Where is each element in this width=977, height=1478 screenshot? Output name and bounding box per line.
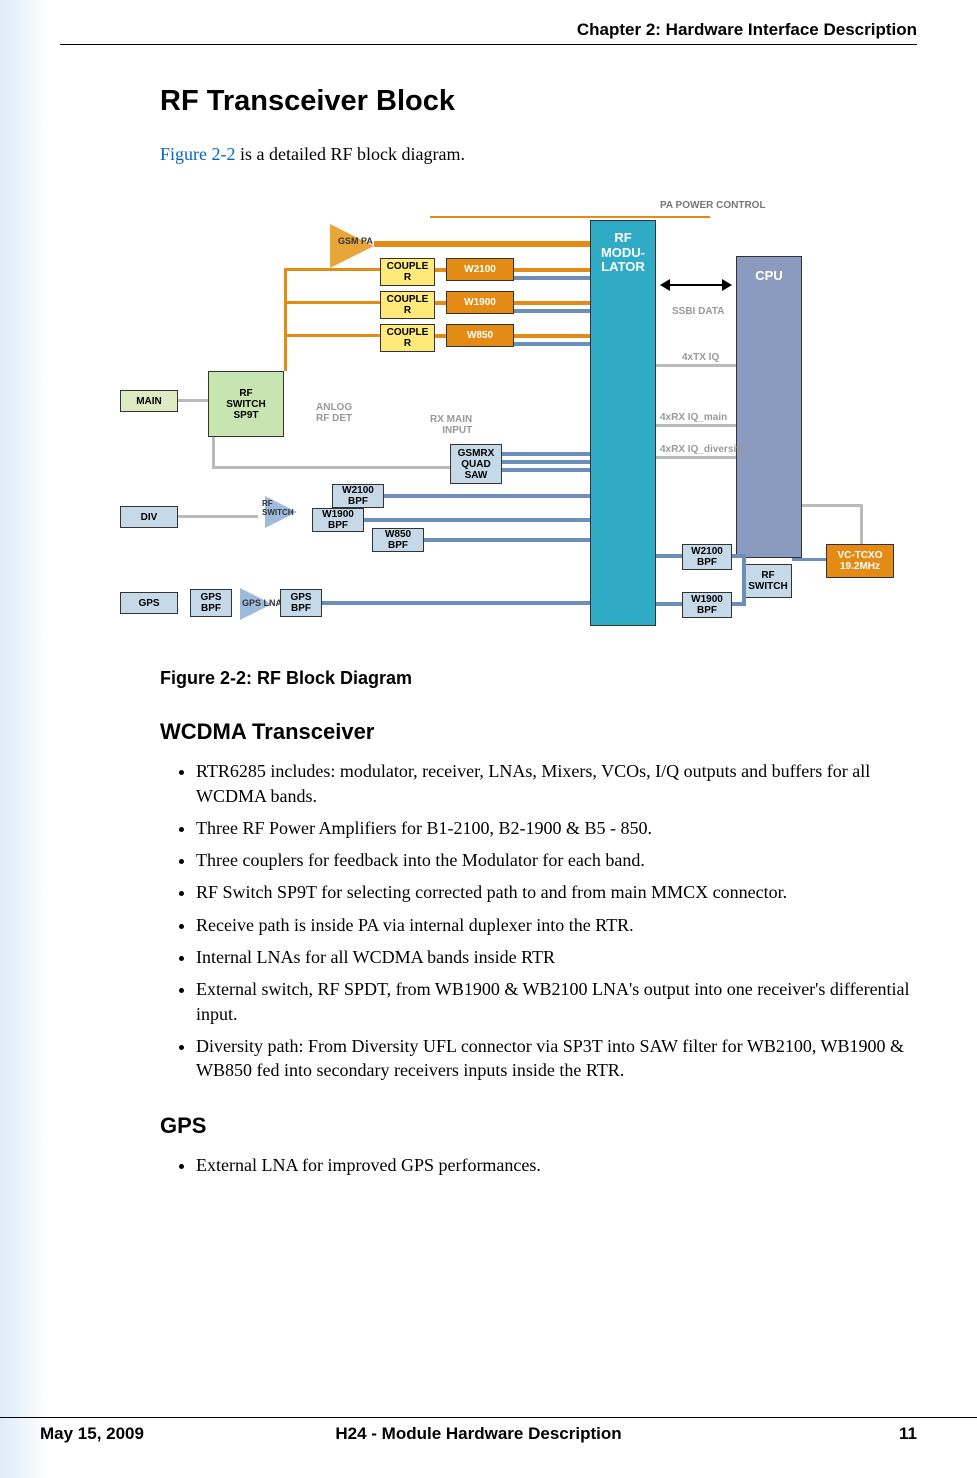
w850-bpf: W850 BPF — [372, 528, 424, 552]
saw-mod-b — [502, 460, 590, 464]
rxdiv-line — [656, 456, 736, 459]
gps-title: GPS — [160, 1113, 917, 1139]
pa-power-label: PA POWER CONTROL — [660, 200, 766, 211]
gsm-pa-label: GSM PA — [338, 236, 373, 246]
pa3-mod-b — [514, 342, 590, 346]
w1900-pa: W1900 — [446, 291, 514, 314]
page-footer: May 15, 2009 11 H24 - Module Hardware De… — [0, 1417, 977, 1444]
div-sw-line — [178, 515, 258, 518]
coupler-1: COUPLE R — [380, 258, 435, 286]
c3-line — [435, 334, 446, 338]
sw-saw-line — [212, 466, 450, 469]
sw-c1 — [284, 268, 380, 271]
mod-w19r — [656, 602, 682, 606]
sw-c3 — [284, 334, 380, 337]
intro-text: is a detailed RF block diagram. — [236, 144, 465, 164]
gps-bpf-1: GPS BPF — [190, 589, 232, 617]
gsmpa-mod-top — [374, 241, 590, 247]
gsm-pa-icon — [330, 224, 374, 268]
rxmain-label: 4xRX IQ_main — [660, 412, 727, 423]
w2100bpf-mod — [384, 494, 590, 498]
footer-page-number: 11 — [899, 1424, 917, 1444]
w1900bpf-mod — [364, 518, 590, 522]
mod-cpu-arrow-1 — [668, 284, 724, 286]
pa-power-line — [430, 216, 710, 218]
list-item: External LNA for improved GPS performanc… — [196, 1153, 917, 1177]
w2100-bpf-r: W2100 BPF — [682, 544, 732, 570]
sw-saw-v — [212, 437, 215, 469]
vctcxo-cpu-v — [860, 504, 863, 544]
rf-switch-sp9t: RF SWITCH SP9T — [208, 371, 284, 437]
pa3-mod — [514, 334, 590, 338]
div-conn: DIV — [120, 506, 178, 528]
figure-ref-link[interactable]: Figure 2-2 — [160, 144, 236, 164]
rf-switch-r: RF SWITCH — [744, 564, 792, 598]
list-item: Three RF Power Amplifiers for B1-2100, B… — [196, 816, 917, 840]
list-item: Three couplers for feedback into the Mod… — [196, 848, 917, 872]
w2100-pa: W2100 — [446, 258, 514, 281]
footer-date: May 15, 2009 — [40, 1424, 144, 1444]
vctcxo-cpu-h — [802, 504, 862, 507]
vctcxo: VC-TCXO 19.2MHz — [826, 544, 894, 578]
w850bpf-mod — [424, 538, 590, 542]
rf-block-diagram: PA POWER CONTROL GSM PA COUPLE R COUPLE … — [120, 196, 900, 656]
sw-vctcxo-line — [792, 558, 826, 561]
ssbi-label: SSBI DATA — [672, 306, 724, 317]
pa2-mod — [514, 301, 590, 305]
chapter-header: Chapter 2: Hardware Interface Descriptio… — [60, 20, 917, 45]
sw-c2 — [284, 301, 380, 304]
list-item: Diversity path: From Diversity UFL conne… — [196, 1034, 917, 1083]
list-item: External switch, RF SPDT, from WB1900 & … — [196, 977, 917, 1026]
w850-pa: W850 — [446, 324, 514, 347]
w2100-bpf: W2100 BPF — [332, 484, 384, 508]
gps-bpf-2: GPS BPF — [280, 589, 322, 617]
coupler-2: COUPLE R — [380, 291, 435, 319]
coupler-3: COUPLE R — [380, 324, 435, 352]
gps-mod-line — [322, 601, 590, 605]
anlog-rfdet-label: ANLOG RF DET — [316, 402, 352, 424]
gsm-rx-saw: GSMRX QUAD SAW — [450, 444, 502, 484]
w1900-bpf: W1900 BPF — [312, 508, 364, 532]
c2-line — [435, 301, 446, 305]
intro-paragraph: Figure 2-2 is a detailed RF block diagra… — [160, 142, 917, 166]
figure-caption: Figure 2-2: RF Block Diagram — [160, 668, 917, 689]
list-item: RF Switch SP9T for selecting corrected p… — [196, 880, 917, 904]
decorative-edge-gradient — [0, 0, 50, 1478]
wcdma-bullet-list: RTR6285 includes: modulator, receiver, L… — [160, 759, 917, 1082]
saw-mod-a — [502, 452, 590, 456]
pa1-mod-b — [514, 276, 590, 280]
rf-modulator: RF MODU- LATOR — [590, 220, 656, 626]
txiq-label: 4xTX IQ — [682, 352, 719, 363]
cpu-block: CPU — [736, 256, 802, 558]
saw-mod-c — [502, 468, 590, 472]
gps-lna-label: GPS LNA — [242, 598, 282, 608]
rxmain-line — [656, 424, 736, 427]
main-rfsw-line — [178, 399, 208, 402]
gps-conn: GPS — [120, 592, 178, 614]
main-conn: MAIN — [120, 390, 178, 412]
gps-bullet-list: External LNA for improved GPS performanc… — [160, 1153, 917, 1177]
wcdma-title: WCDMA Transceiver — [160, 719, 917, 745]
footer-title: H24 - Module Hardware Description — [279, 1424, 679, 1444]
rf-switch-div-label: RF SWITCH — [262, 499, 294, 517]
r-sw-v — [742, 554, 746, 606]
rx-main-input-label: RX MAIN INPUT — [430, 414, 472, 436]
mod-w21r — [656, 554, 682, 558]
pa1-mod — [514, 268, 590, 272]
txiq-line — [656, 364, 736, 367]
pa2-mod-b — [514, 309, 590, 313]
list-item: RTR6285 includes: modulator, receiver, L… — [196, 759, 917, 808]
sw-c1-v — [284, 268, 287, 371]
rxdiv-label: 4xRX IQ_diversity — [660, 444, 745, 455]
section-title: RF Transceiver Block — [160, 85, 917, 118]
w1900-bpf-r: W1900 BPF — [682, 592, 732, 618]
list-item: Receive path is inside PA via internal d… — [196, 913, 917, 937]
c1-line — [435, 268, 446, 272]
list-item: Internal LNAs for all WCDMA bands inside… — [196, 945, 917, 969]
